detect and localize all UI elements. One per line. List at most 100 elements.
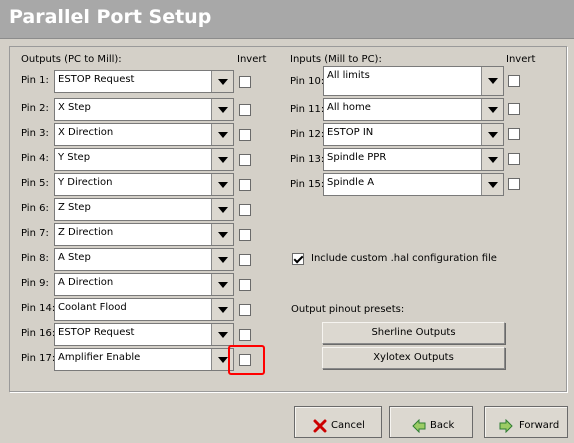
dropdown-button[interactable] [211,274,233,295]
input-invert-checkbox[interactable] [508,153,520,165]
output-pin-value: X Step [58,102,91,113]
cancel-button[interactable]: Cancel [294,406,382,438]
output-invert-checkbox[interactable] [239,304,251,316]
input-pin-value: All home [327,102,371,113]
output-pin-label: Pin 2: [21,103,49,114]
dropdown-button[interactable] [211,324,233,345]
input-pin-select[interactable]: All limits [323,66,504,96]
chevron-down-icon [218,281,228,288]
input-pin-label: Pin 15: [290,179,325,190]
output-pin-select[interactable]: Y Step [54,148,234,171]
output-pin-label: Pin 4: [21,153,49,164]
output-pin-select[interactable]: Z Step [54,198,234,221]
chevron-down-icon [218,231,228,238]
output-invert-checkbox[interactable] [239,76,251,88]
dropdown-button[interactable] [211,199,233,220]
inputs-invert-heading: Invert [506,54,536,65]
output-pin-value: Z Direction [58,227,114,238]
output-invert-checkbox[interactable] [239,154,251,166]
back-button[interactable]: Back [389,406,473,438]
output-pin-select[interactable]: Amplifier Enable [54,348,234,371]
chevron-down-icon [488,78,498,84]
dropdown-button[interactable] [211,224,233,245]
sherline-outputs-button[interactable]: Sherline Outputs [322,322,505,344]
dropdown-button[interactable] [481,149,503,170]
output-pin-label: Pin 8: [21,253,49,264]
input-pin-value: All limits [327,70,370,81]
chevron-down-icon [218,306,228,313]
chevron-down-icon [218,156,228,163]
output-pin-select[interactable]: A Step [54,248,234,271]
output-pin-value: A Direction [58,277,114,288]
dropdown-button[interactable] [211,71,233,92]
output-invert-checkbox[interactable] [239,329,251,341]
input-pin-value: Spindle A [327,177,375,188]
output-pin-value: Y Direction [58,177,113,188]
input-pin-label: Pin 11: [290,104,325,115]
input-invert-checkbox[interactable] [508,75,520,87]
dropdown-button[interactable] [211,124,233,145]
output-pin-value: X Direction [58,127,114,138]
dropdown-button[interactable] [481,174,503,195]
dropdown-button[interactable] [211,174,233,195]
custom-hal-checkbox[interactable] [292,253,304,265]
input-pin-select[interactable]: ESTOP IN [323,123,504,146]
chevron-down-icon [488,156,498,163]
output-pin-select[interactable]: A Direction [54,273,234,296]
output-pin-label: Pin 16: [21,328,56,339]
back-label: Back [430,420,455,431]
input-invert-checkbox[interactable] [508,103,520,115]
output-invert-checkbox[interactable] [239,204,251,216]
output-pin-select[interactable]: X Step [54,98,234,121]
forward-button[interactable]: Forward [484,406,568,438]
output-pin-label: Pin 9: [21,278,49,289]
output-pin-label: Pin 17: [21,353,56,364]
output-pin-select[interactable]: ESTOP Request [54,70,234,93]
input-pin-label: Pin 12: [290,129,325,140]
input-pin-value: ESTOP IN [327,127,374,138]
dropdown-button[interactable] [211,249,233,270]
dropdown-button[interactable] [481,67,503,95]
dropdown-button[interactable] [211,99,233,120]
input-pin-label: Pin 13: [290,154,325,165]
output-pin-select[interactable]: Coolant Flood [54,298,234,321]
output-invert-checkbox[interactable] [239,279,251,291]
forward-arrow-icon [499,419,513,433]
custom-hal-label: Include custom .hal configuration file [311,253,497,264]
chevron-down-icon [218,106,228,113]
input-invert-checkbox[interactable] [508,128,520,140]
output-invert-checkbox[interactable] [239,129,251,141]
output-pin-label: Pin 14: [21,303,56,314]
dropdown-button[interactable] [211,149,233,170]
output-pin-label: Pin 5: [21,178,49,189]
output-invert-checkbox[interactable] [239,229,251,241]
output-pin-select[interactable]: X Direction [54,123,234,146]
output-pin-value: Coolant Flood [58,302,127,313]
output-pin-label: Pin 7: [21,228,49,239]
outputs-invert-heading: Invert [237,54,267,65]
input-pin-select[interactable]: All home [323,98,504,121]
dropdown-button[interactable] [481,99,503,120]
output-pin-select[interactable]: Z Direction [54,223,234,246]
output-invert-checkbox[interactable] [239,104,251,116]
chevron-down-icon [218,331,228,338]
chevron-down-icon [488,181,498,188]
xylotex-outputs-button[interactable]: Xylotex Outputs [322,347,505,369]
input-pin-select[interactable]: Spindle A [323,173,504,196]
output-pin-label: Pin 1: [21,75,49,86]
input-invert-checkbox[interactable] [508,178,520,190]
output-invert-checkbox[interactable] [239,254,251,266]
chevron-down-icon [218,181,228,188]
output-pin-label: Pin 3: [21,128,49,139]
dropdown-button[interactable] [481,124,503,145]
output-pin-value: Z Step [58,202,91,213]
output-pin-select[interactable]: ESTOP Request [54,323,234,346]
chevron-down-icon [218,206,228,213]
dropdown-button[interactable] [211,299,233,320]
forward-label: Forward [519,420,560,431]
output-invert-checkbox[interactable] [239,179,251,191]
input-pin-select[interactable]: Spindle PPR [323,148,504,171]
outputs-heading: Outputs (PC to Mill): [21,54,122,65]
highlight-annotation [228,345,265,375]
output-pin-select[interactable]: Y Direction [54,173,234,196]
